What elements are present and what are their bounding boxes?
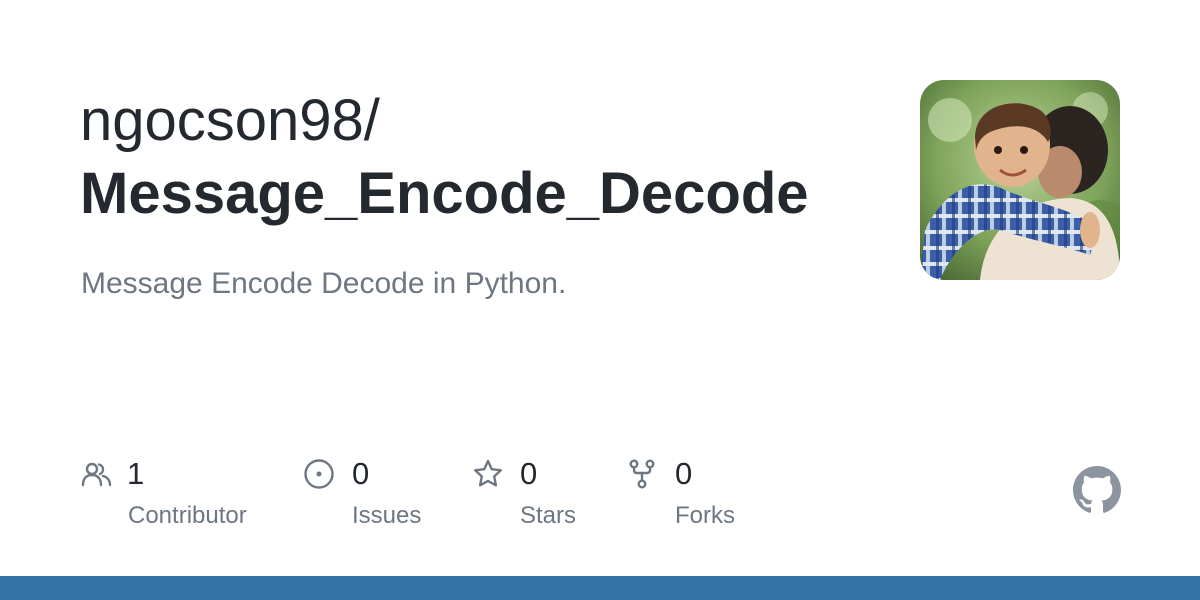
owner-avatar[interactable] [920, 80, 1120, 280]
issues-label: Issues [352, 502, 422, 529]
repo-description: Message Encode Decode in Python. [81, 267, 567, 300]
star-icon [474, 459, 502, 487]
issue-opened-icon [304, 459, 334, 489]
avatar-photo [920, 80, 1120, 280]
repo-owner[interactable]: ngocson98/ [80, 86, 380, 156]
contributors-label: Contributor [128, 502, 247, 529]
contributors-count: 1 [127, 456, 145, 491]
stars-count: 0 [520, 456, 538, 491]
stars-label: Stars [520, 502, 577, 529]
forks-label: Forks [675, 502, 735, 529]
github-logo-icon[interactable] [1073, 466, 1121, 514]
people-icon [81, 462, 112, 487]
repo-forked-icon [629, 459, 655, 489]
issues-count: 0 [352, 456, 370, 491]
forks-count: 0 [675, 456, 693, 491]
language-bar [0, 576, 1200, 600]
repo-name[interactable]: Message_Encode_Decode [80, 158, 809, 230]
